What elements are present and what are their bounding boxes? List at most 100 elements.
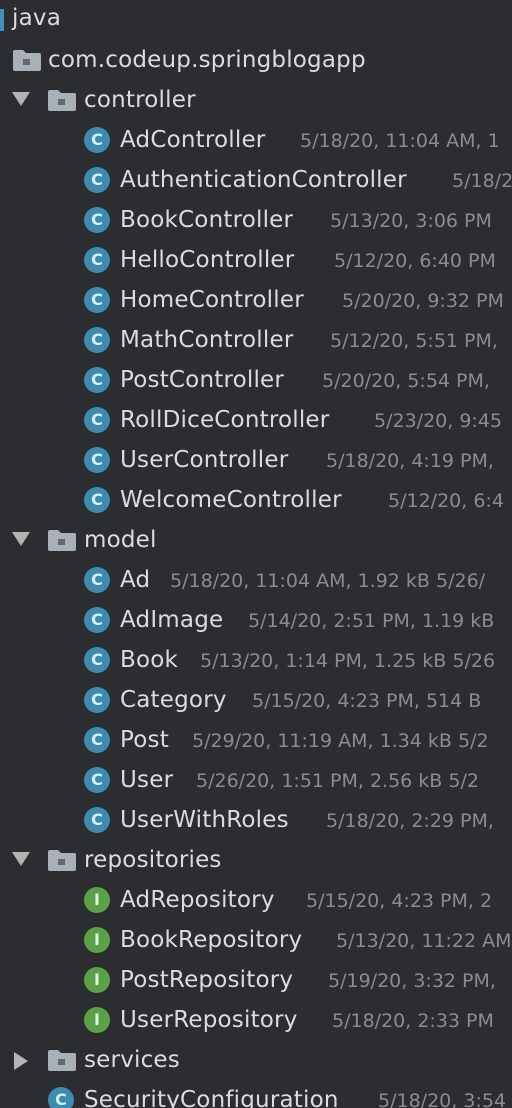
file-name: Ad	[120, 567, 151, 593]
file-name: User	[120, 767, 174, 793]
class-icon: C	[48, 1087, 74, 1108]
tree-node-controller[interactable]: controller	[0, 80, 512, 120]
tree-file-authenticationcontroller[interactable]: C AuthenticationController 5/18/2	[0, 160, 512, 200]
tree-file-postrepository[interactable]: I PostRepository 5/19/20, 3:32 PM,	[0, 960, 512, 1000]
class-icon: C	[84, 687, 110, 713]
tree-node-label: model	[84, 527, 157, 553]
tree-file-securityconfiguration[interactable]: C SecurityConfiguration 5/18/20, 3:54	[0, 1080, 512, 1108]
folder-icon	[13, 50, 41, 71]
class-icon: C	[84, 767, 110, 793]
tree-file-postcontroller[interactable]: C PostController 5/20/20, 5:54 PM,	[0, 360, 512, 400]
tree-node-model[interactable]: model	[0, 520, 512, 560]
interface-icon: I	[84, 1007, 110, 1033]
tree-file-adcontroller[interactable]: C AdController 5/18/20, 11:04 AM, 1	[0, 120, 512, 160]
class-icon: C	[84, 807, 110, 833]
tree-node-java[interactable]: java	[0, 0, 512, 40]
tree-node-repositories[interactable]: repositories	[0, 840, 512, 880]
file-name: AdImage	[120, 607, 224, 633]
class-icon: C	[84, 207, 110, 233]
folder-icon	[48, 90, 76, 111]
file-meta: 5/18/20, 3:54	[378, 1090, 506, 1108]
file-name: UserRepository	[120, 1007, 298, 1033]
file-name: UserWithRoles	[120, 807, 289, 833]
file-name: Category	[120, 687, 227, 713]
tree-file-mathcontroller[interactable]: C MathController 5/12/20, 5:51 PM,	[0, 320, 512, 360]
file-meta: 5/13/20, 3:06 PM	[330, 210, 492, 232]
interface-icon: I	[84, 927, 110, 953]
file-meta: 5/12/20, 6:40 PM	[334, 250, 496, 272]
file-meta: 5/20/20, 9:32 PM	[342, 290, 504, 312]
tree-file-ad[interactable]: C Ad 5/18/20, 11:04 AM, 1.92 kB 5/26/	[0, 560, 512, 600]
interface-icon: I	[84, 967, 110, 993]
class-icon: C	[84, 567, 110, 593]
class-icon: C	[84, 247, 110, 273]
chevron-down-icon[interactable]	[12, 92, 30, 106]
tree-file-adimage[interactable]: C AdImage 5/14/20, 2:51 PM, 1.19 kB	[0, 600, 512, 640]
tree-file-book[interactable]: C Book 5/13/20, 1:14 PM, 1.25 kB 5/26	[0, 640, 512, 680]
file-name: MathController	[120, 327, 294, 353]
tree-file-usercontroller[interactable]: C UserController 5/18/20, 4:19 PM,	[0, 440, 512, 480]
chevron-down-icon[interactable]	[12, 532, 30, 546]
tree-node-label: controller	[84, 87, 196, 113]
file-name: Book	[120, 647, 179, 673]
file-meta: 5/29/20, 11:19 AM, 1.34 kB 5/2	[192, 730, 489, 752]
file-name: HelloController	[120, 247, 295, 273]
tree-file-bookrepository[interactable]: I BookRepository 5/13/20, 11:22 AM	[0, 920, 512, 960]
file-name: BookRepository	[120, 927, 303, 953]
class-icon: C	[84, 447, 110, 473]
file-name: BookController	[120, 207, 294, 233]
tree-node-label: java	[12, 5, 61, 31]
file-meta: 5/13/20, 11:22 AM	[336, 930, 512, 952]
tree-file-adrepository[interactable]: I AdRepository 5/15/20, 4:23 PM, 2	[0, 880, 512, 920]
tree-node-package[interactable]: com.codeup.springblogapp	[0, 40, 512, 80]
class-icon: C	[84, 647, 110, 673]
file-name: HomeController	[120, 287, 304, 313]
tree-file-welcomecontroller[interactable]: C WelcomeController 5/12/20, 6:4	[0, 480, 512, 520]
class-icon: C	[84, 407, 110, 433]
tree-file-post[interactable]: C Post 5/29/20, 11:19 AM, 1.34 kB 5/2	[0, 720, 512, 760]
file-name: Post	[120, 727, 169, 753]
class-icon: C	[84, 127, 110, 153]
tree-file-category[interactable]: C Category 5/15/20, 4:23 PM, 514 B	[0, 680, 512, 720]
file-meta: 5/18/20, 4:19 PM,	[326, 450, 494, 472]
interface-icon: I	[84, 887, 110, 913]
tree-file-user[interactable]: C User 5/26/20, 1:51 PM, 2.56 kB 5/2	[0, 760, 512, 800]
chevron-down-icon[interactable]	[12, 852, 30, 866]
tree-file-bookcontroller[interactable]: C BookController 5/13/20, 3:06 PM	[0, 200, 512, 240]
file-name: AuthenticationController	[120, 167, 407, 193]
tree-file-userrepository[interactable]: I UserRepository 5/18/20, 2:33 PM	[0, 1000, 512, 1040]
file-meta: 5/26/20, 1:51 PM, 2.56 kB 5/2	[196, 770, 479, 792]
tree-file-hellocontroller[interactable]: C HelloController 5/12/20, 6:40 PM	[0, 240, 512, 280]
tree-node-services[interactable]: services	[0, 1040, 512, 1080]
file-meta: 5/15/20, 4:23 PM, 2	[306, 890, 493, 912]
class-icon: C	[84, 487, 110, 513]
file-meta: 5/18/20, 11:04 AM, 1.92 kB 5/26/	[170, 570, 486, 592]
tree-node-label: com.codeup.springblogapp	[48, 47, 366, 73]
folder-icon	[48, 1050, 76, 1071]
file-name: SecurityConfiguration	[84, 1087, 339, 1108]
file-meta: 5/19/20, 3:32 PM,	[328, 970, 496, 992]
tree-file-userwithroles[interactable]: C UserWithRoles 5/18/20, 2:29 PM,	[0, 800, 512, 840]
class-icon: C	[84, 327, 110, 353]
tree-file-homecontroller[interactable]: C HomeController 5/20/20, 9:32 PM	[0, 280, 512, 320]
class-icon: C	[84, 287, 110, 313]
file-name: RollDiceController	[120, 407, 330, 433]
tree-file-rolldicecontroller[interactable]: C RollDiceController 5/23/20, 9:45	[0, 400, 512, 440]
file-meta: 5/23/20, 9:45	[374, 410, 502, 432]
class-icon: C	[84, 367, 110, 393]
file-name: AdRepository	[120, 887, 275, 913]
file-name: AdController	[120, 127, 266, 153]
file-meta: 5/18/2	[452, 170, 512, 192]
file-name: WelcomeController	[120, 487, 342, 513]
file-meta: 5/14/20, 2:51 PM, 1.19 kB	[248, 610, 495, 632]
project-tree: java com.codeup.springblogapp controller…	[0, 0, 512, 1108]
file-meta: 5/20/20, 5:54 PM,	[322, 370, 490, 392]
chevron-right-icon[interactable]	[14, 1052, 28, 1070]
source-root-marker	[0, 9, 4, 31]
class-icon: C	[84, 727, 110, 753]
file-name: PostController	[120, 367, 285, 393]
class-icon: C	[84, 607, 110, 633]
file-meta: 5/12/20, 6:4	[388, 490, 504, 512]
folder-icon	[48, 530, 76, 551]
file-meta: 5/12/20, 5:51 PM,	[330, 330, 498, 352]
